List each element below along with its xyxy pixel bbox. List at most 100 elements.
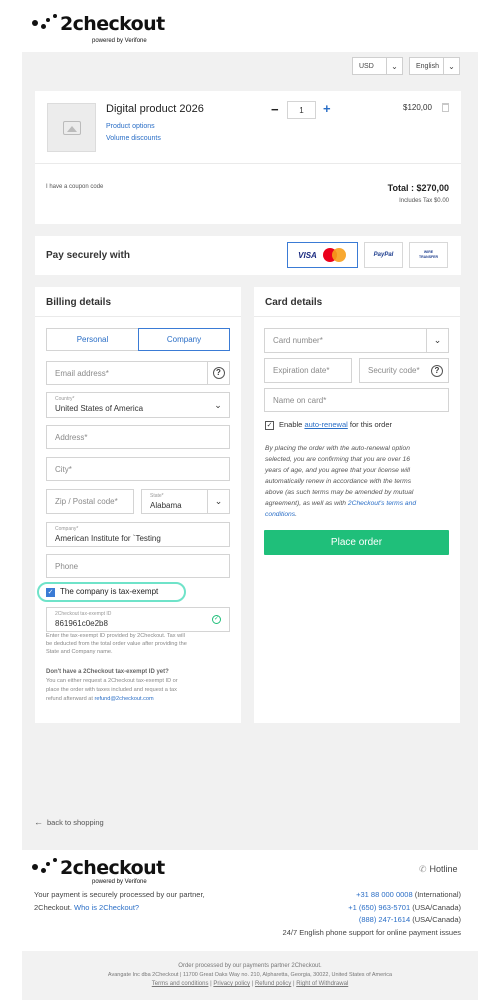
- check-circle-icon: ✓: [212, 615, 221, 624]
- email-field[interactable]: Email address* ?: [46, 361, 230, 385]
- mastercard-icon: [322, 248, 347, 262]
- processed-line-1: Your payment is securely processed by ou…: [34, 890, 205, 899]
- support-note: 24/7 English phone support for online pa…: [282, 928, 461, 937]
- tax-exempt-label: The company is tax-exempt: [60, 587, 159, 596]
- currency-select[interactable]: USD ⌄: [352, 57, 403, 75]
- processed-line-2: 2Checkout. Who is 2Checkout?: [34, 903, 140, 912]
- footer-brand-name: 2checkout: [60, 857, 165, 879]
- chevron-down-icon: ⌄: [214, 399, 222, 410]
- tax-exempt-highlight[interactable]: ✓ The company is tax-exempt: [37, 582, 186, 602]
- footer-brand-logo: 2checkout powered by Verifone: [32, 857, 165, 885]
- name-on-card-field[interactable]: Name on card*: [264, 388, 449, 412]
- terms-link-conditions[interactable]: conditions.: [265, 511, 297, 518]
- trash-icon[interactable]: [442, 103, 449, 112]
- coupon-link[interactable]: I have a coupon code: [46, 184, 103, 190]
- who-is-2checkout-link[interactable]: Who is 2Checkout?: [74, 903, 139, 912]
- country-select[interactable]: Country* United States of America ⌄: [46, 392, 230, 418]
- pay-securely-title: Pay securely with: [46, 250, 130, 261]
- terms-line-2: selected, you are confirming that you ar…: [265, 456, 410, 463]
- quantity-input[interactable]: 1: [287, 101, 316, 119]
- payment-method-paypal[interactable]: PayPal: [364, 242, 403, 268]
- tab-personal[interactable]: Personal: [46, 328, 138, 351]
- brand-logo: 2checkout powered by Verifone: [32, 13, 165, 44]
- help-icon[interactable]: ?: [426, 359, 448, 382]
- refund-policy-link[interactable]: Refund policy: [255, 981, 291, 987]
- legal-footer: Order processed by our payments partner …: [22, 951, 478, 1000]
- zip-field[interactable]: Zip / Postal code*: [46, 489, 134, 514]
- phone-icon: ✆: [419, 864, 427, 874]
- terms-line-6: agreement), as well as with 2Checkout's …: [265, 500, 417, 507]
- cart-card: Digital product 2026 Product options Vol…: [35, 91, 461, 224]
- auto-renewal-link[interactable]: auto-renewal: [304, 420, 347, 429]
- terms-link[interactable]: 2Checkout's terms and: [348, 500, 416, 507]
- back-to-shopping-link[interactable]: ← back to shopping: [34, 817, 104, 827]
- payment-methods-card: Pay securely with VISA PayPal WIRE TRANS…: [35, 236, 461, 275]
- legal-links: Terms and conditions | Privacy policy | …: [151, 981, 349, 987]
- billing-details-card: Billing details Personal Company Email a…: [35, 287, 241, 723]
- quantity-decrease-button[interactable]: −: [271, 102, 279, 117]
- no-id-text-2: place the order with taxes included and …: [46, 687, 177, 693]
- order-total: Total : $270,00: [387, 183, 449, 193]
- auto-renewal-checkbox[interactable]: ✓: [265, 421, 274, 430]
- card-details-card: Card details Card number* ⌄ Expiration d…: [254, 287, 460, 723]
- help-icon[interactable]: ?: [207, 362, 229, 384]
- product-price: $120,00: [403, 103, 432, 112]
- card-divider: [35, 163, 461, 164]
- address-field[interactable]: Address*: [46, 425, 230, 449]
- chevron-down-icon: ⌄: [443, 58, 459, 74]
- company-field[interactable]: Company* American Institute for `Testing: [46, 522, 230, 547]
- logo-dots-icon: [32, 14, 60, 32]
- phone-link-international[interactable]: +31 88 000 0008: [356, 890, 413, 899]
- security-code-field[interactable]: Security code* ?: [359, 358, 449, 383]
- no-id-text-3: refund afterward at refund@2checkout.com: [46, 696, 154, 702]
- product-options-link[interactable]: Product options: [106, 123, 155, 130]
- auto-renewal-label: Enable auto-renewal for this order: [279, 420, 393, 429]
- terms-line-4: automatically renew in accordance with t…: [265, 478, 412, 485]
- terms-conditions-link[interactable]: Terms and conditions: [152, 981, 209, 987]
- phone-field[interactable]: Phone: [46, 554, 230, 578]
- volume-discounts-link[interactable]: Volume discounts: [106, 135, 161, 142]
- brand-tagline: powered by Verifone: [92, 38, 147, 44]
- right-of-withdrawal-link[interactable]: Right of Withdrawal: [296, 981, 348, 987]
- brand-name: 2checkout: [60, 13, 165, 35]
- refund-email-link[interactable]: refund@2checkout.com: [95, 696, 154, 702]
- expiration-field[interactable]: Expiration date*: [264, 358, 352, 383]
- phone-link-usa-1[interactable]: +1 (650) 963-5701: [348, 903, 410, 912]
- chevron-down-icon: ⌄: [207, 490, 229, 513]
- quantity-increase-button[interactable]: +: [323, 101, 331, 116]
- payment-method-wire[interactable]: WIRE TRANSFER: [409, 242, 448, 268]
- phone-usa-1: +1 (650) 963-5701 (USA/Canada): [348, 903, 461, 912]
- tax-exempt-id-field[interactable]: 2Checkout tax-exempt ID 861961c0e2b8 ✓: [46, 607, 230, 632]
- hotline-label: ✆ Hotline: [419, 864, 458, 874]
- wire-transfer-icon: WIRE TRANSFER: [418, 250, 439, 259]
- state-select[interactable]: State* Alabama ⌄: [141, 489, 230, 514]
- card-number-field[interactable]: Card number* ⌄: [264, 328, 449, 353]
- payment-method-card[interactable]: VISA: [287, 242, 358, 268]
- language-select[interactable]: English ⌄: [409, 57, 460, 75]
- phone-usa-2: (888) 247-1614 (USA/Canada): [358, 915, 461, 924]
- tax-hint-1: Enter the tax-exempt ID provided by 2Che…: [46, 633, 185, 639]
- image-placeholder-icon: [62, 120, 81, 135]
- chevron-down-icon: ⌄: [386, 58, 402, 74]
- card-details-title: Card details: [265, 297, 323, 308]
- chevron-down-icon[interactable]: ⌄: [426, 329, 448, 352]
- billing-divider: [35, 316, 241, 317]
- tax-exempt-checkbox[interactable]: ✓: [46, 588, 55, 597]
- place-order-button[interactable]: Place order: [264, 530, 449, 555]
- card-divider-line: [254, 316, 460, 317]
- city-field[interactable]: City*: [46, 457, 230, 481]
- logo-dots-icon: [32, 858, 60, 876]
- tab-company[interactable]: Company: [138, 328, 230, 351]
- terms-line-1: By placing the order with the auto-renew…: [265, 445, 410, 452]
- phone-international: +31 88 000 0008 (International): [356, 890, 461, 899]
- terms-line-3: years of age, and you agree that your li…: [265, 467, 410, 474]
- visa-icon: VISA: [298, 250, 317, 260]
- phone-link-usa-2[interactable]: (888) 247-1614: [359, 915, 410, 924]
- arrow-left-icon: ←: [34, 817, 43, 827]
- tax-note: Includes Tax $0.00: [399, 198, 449, 204]
- privacy-policy-link[interactable]: Privacy policy: [213, 981, 250, 987]
- billing-title: Billing details: [46, 297, 112, 308]
- legal-line-2: Avangate Inc dba 2Checkout | 11700 Great…: [107, 972, 393, 978]
- product-thumbnail: [47, 103, 96, 152]
- tax-hint-2: be deducted from the total order value a…: [46, 641, 187, 647]
